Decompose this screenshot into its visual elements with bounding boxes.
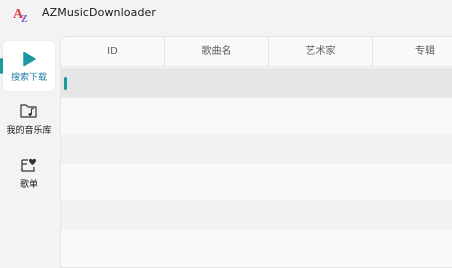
column-header-album[interactable]: 专辑 <box>373 37 452 66</box>
sidebar-item-playlist[interactable]: 歌单 <box>3 156 55 190</box>
column-header-artist[interactable]: 艺术家 <box>269 37 372 66</box>
sidebar-item-search-download[interactable]: 搜索下载 <box>0 41 55 91</box>
column-header-id[interactable]: ID <box>61 37 164 66</box>
table-row[interactable] <box>61 68 452 98</box>
app-logo-icon: A Z <box>13 7 28 24</box>
table-header: ID 歌曲名 艺术家 专辑 <box>61 37 452 67</box>
app-title: AZMusicDownloader <box>42 6 157 19</box>
table-row[interactable] <box>61 134 452 164</box>
table-row[interactable] <box>61 164 452 194</box>
table-row[interactable] <box>61 200 452 230</box>
table-row[interactable] <box>61 98 452 128</box>
table-row[interactable] <box>61 230 452 260</box>
svg-text:Z: Z <box>21 14 28 24</box>
sidebar-item-label: 我的音乐库 <box>6 126 52 136</box>
sidebar-item-label: 搜索下载 <box>10 73 47 83</box>
music-folder-icon <box>20 104 37 118</box>
play-icon <box>23 51 36 67</box>
sidebar-item-my-library[interactable]: 我的音乐库 <box>3 102 55 136</box>
sidebar: 搜索下载 我的音乐库 歌单 <box>0 36 58 254</box>
title-bar: A Z AZMusicDownloader <box>0 0 452 30</box>
sidebar-item-label: 歌单 <box>19 180 38 190</box>
heart-list-icon <box>21 158 36 172</box>
column-header-song-name[interactable]: 歌曲名 <box>165 37 268 66</box>
song-table: ID 歌曲名 艺术家 专辑 <box>60 36 452 268</box>
